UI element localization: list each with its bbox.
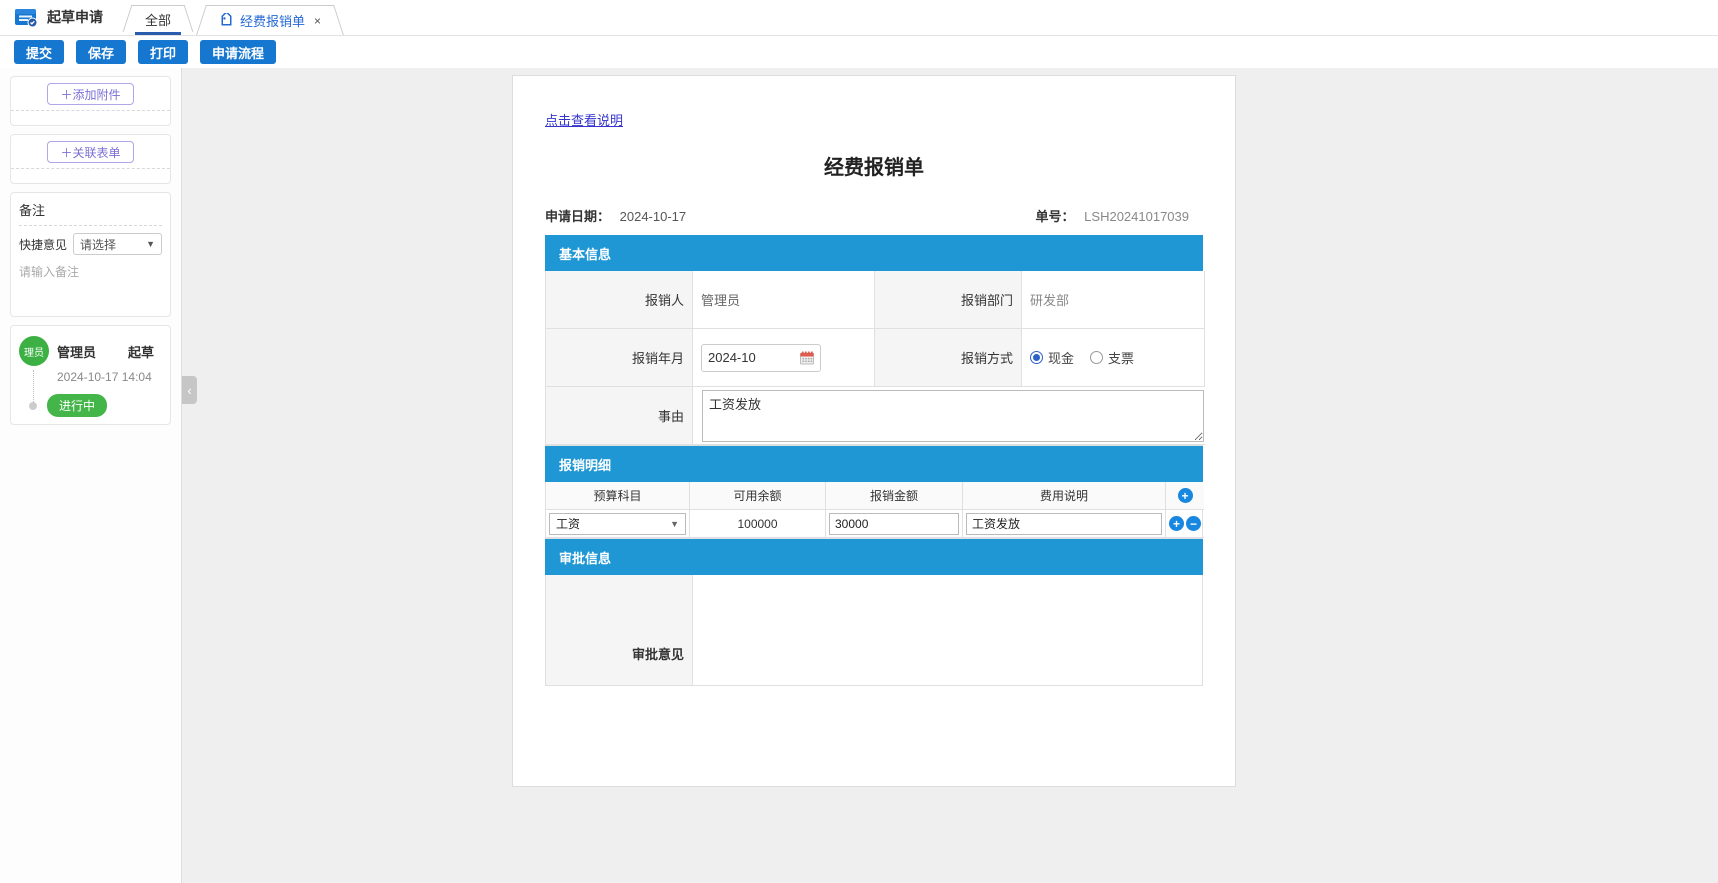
tabstrip: 全部 经费报销单 ×: [121, 0, 345, 35]
method-label: 报销方式: [875, 329, 1022, 387]
submit-button[interactable]: 提交: [14, 40, 64, 64]
radio-cheque[interactable]: 支票: [1090, 348, 1134, 367]
add-row-icon[interactable]: +: [1178, 488, 1193, 503]
flow-action: 起草: [128, 342, 154, 361]
table-row-subject-cell: 工资 ▼: [546, 510, 690, 538]
draft-application-icon: [14, 7, 38, 28]
related-form-panel: ＋关联表单: [10, 134, 171, 184]
avatar: 理员: [19, 336, 49, 366]
department-value: 研发部: [1022, 271, 1205, 329]
note-cell: [963, 510, 1166, 538]
page-title: 起草申请: [47, 7, 103, 27]
department-label: 报销部门: [875, 271, 1022, 329]
chevron-left-icon: ‹: [187, 383, 191, 398]
budget-subject-select[interactable]: 工资 ▼: [549, 513, 686, 535]
attachment-panel: ＋添加附件: [10, 76, 171, 126]
tab-close-icon[interactable]: ×: [314, 14, 321, 28]
sidebar-collapse-handle[interactable]: ‹: [182, 376, 197, 404]
add-attachment-button[interactable]: ＋添加附件: [47, 83, 133, 105]
remark-input[interactable]: 请输入备注: [19, 255, 162, 310]
flow-connector: [33, 370, 34, 404]
quick-opinion-select[interactable]: 请选择 ▼: [73, 233, 162, 255]
add-row-icon[interactable]: +: [1169, 516, 1184, 531]
flow-panel: 理员 管理员 起草 2024-10-17 14:04 进行中: [10, 325, 171, 425]
tab-expense-form[interactable]: 经费报销单 ×: [209, 5, 331, 35]
amount-cell: [826, 510, 963, 538]
basic-info-grid: 报销人 管理员 报销部门 研发部 报销年月: [545, 271, 1203, 446]
expense-detail-table: 预算科目 可用余额 报销金额 费用说明 + 工资 ▼ 100000: [545, 482, 1203, 539]
col-available-balance: 可用余额: [690, 482, 826, 510]
app-brand: 起草申请: [0, 0, 121, 35]
apply-flow-button[interactable]: 申请流程: [200, 40, 276, 64]
form-paper: 点击查看说明 经费报销单 申请日期： 2024-10-17 单号： LSH202…: [512, 75, 1236, 787]
chevron-down-icon: ▼: [146, 239, 155, 249]
month-cell: [693, 329, 875, 387]
chevron-down-icon: ▼: [670, 519, 679, 529]
status-badge: 进行中: [47, 394, 107, 417]
sidebar: ＋添加附件 ＋关联表单 备注 快捷意见 请选择 ▼ 请输入备注: [0, 68, 182, 883]
available-balance-value: 100000: [690, 510, 826, 538]
plus-icon: ＋: [60, 146, 72, 160]
month-date-input[interactable]: [701, 344, 821, 372]
section-expense-detail: 报销明细: [545, 446, 1203, 482]
remark-title: 备注: [19, 200, 162, 225]
flow-timestamp: 2024-10-17 14:04: [57, 370, 162, 384]
radio-cash[interactable]: 现金: [1030, 348, 1074, 367]
tab-all[interactable]: 全部: [135, 5, 181, 35]
form-title: 经费报销单: [545, 151, 1203, 180]
radio-unselected-icon: [1090, 351, 1103, 364]
form-meta: 申请日期： 2024-10-17 单号： LSH20241017039: [545, 206, 1203, 235]
print-button[interactable]: 打印: [138, 40, 188, 64]
radio-selected-icon: [1030, 351, 1043, 364]
approval-opinion-value: [693, 575, 1202, 685]
plus-icon: ＋: [60, 88, 72, 102]
approval-opinion-label: 审批意见: [546, 575, 693, 685]
remark-panel: 备注 快捷意见 请选择 ▼ 请输入备注: [10, 192, 171, 317]
remove-row-icon[interactable]: −: [1186, 516, 1201, 531]
applicant-label: 报销人: [546, 271, 693, 329]
reason-textarea[interactable]: 工资发放: [702, 390, 1204, 442]
note-input[interactable]: [966, 513, 1162, 535]
method-cell: 现金 支票: [1022, 329, 1205, 387]
flow-user-name: 管理员: [57, 342, 96, 361]
view-instructions-link[interactable]: 点击查看说明: [545, 110, 623, 129]
month-input[interactable]: [708, 350, 788, 365]
approval-grid: 审批意见: [545, 575, 1203, 686]
col-expense-note: 费用说明: [963, 482, 1166, 510]
month-label: 报销年月: [546, 329, 693, 387]
add-related-form-button[interactable]: ＋关联表单: [47, 141, 133, 163]
flow-node-dot: [29, 402, 37, 410]
calendar-icon: [800, 351, 814, 365]
col-actions: +: [1166, 482, 1204, 510]
serial-number: 单号： LSH20241017039: [1036, 206, 1189, 225]
tag-icon: [219, 13, 234, 28]
apply-date: 申请日期： 2024-10-17: [545, 206, 686, 225]
section-approval-info: 审批信息: [545, 539, 1203, 575]
applicant-value: 管理员: [693, 271, 875, 329]
reason-label: 事由: [546, 387, 693, 445]
top-header: 起草申请 全部 经费报销单 ×: [0, 0, 1718, 36]
col-budget-subject: 预算科目: [546, 482, 690, 510]
quick-opinion-label: 快捷意见: [19, 236, 67, 253]
col-expense-amount: 报销金额: [826, 482, 963, 510]
section-basic-info: 基本信息: [545, 235, 1203, 271]
amount-input[interactable]: [829, 513, 959, 535]
save-button[interactable]: 保存: [76, 40, 126, 64]
reason-cell: 工资发放: [693, 387, 1205, 445]
toolbar: 提交 保存 打印 申请流程: [0, 36, 1718, 68]
main-content: ‹ 点击查看说明 经费报销单 申请日期： 2024-10-17 单号： LSH2…: [182, 68, 1718, 883]
row-actions-cell: + −: [1166, 510, 1204, 538]
